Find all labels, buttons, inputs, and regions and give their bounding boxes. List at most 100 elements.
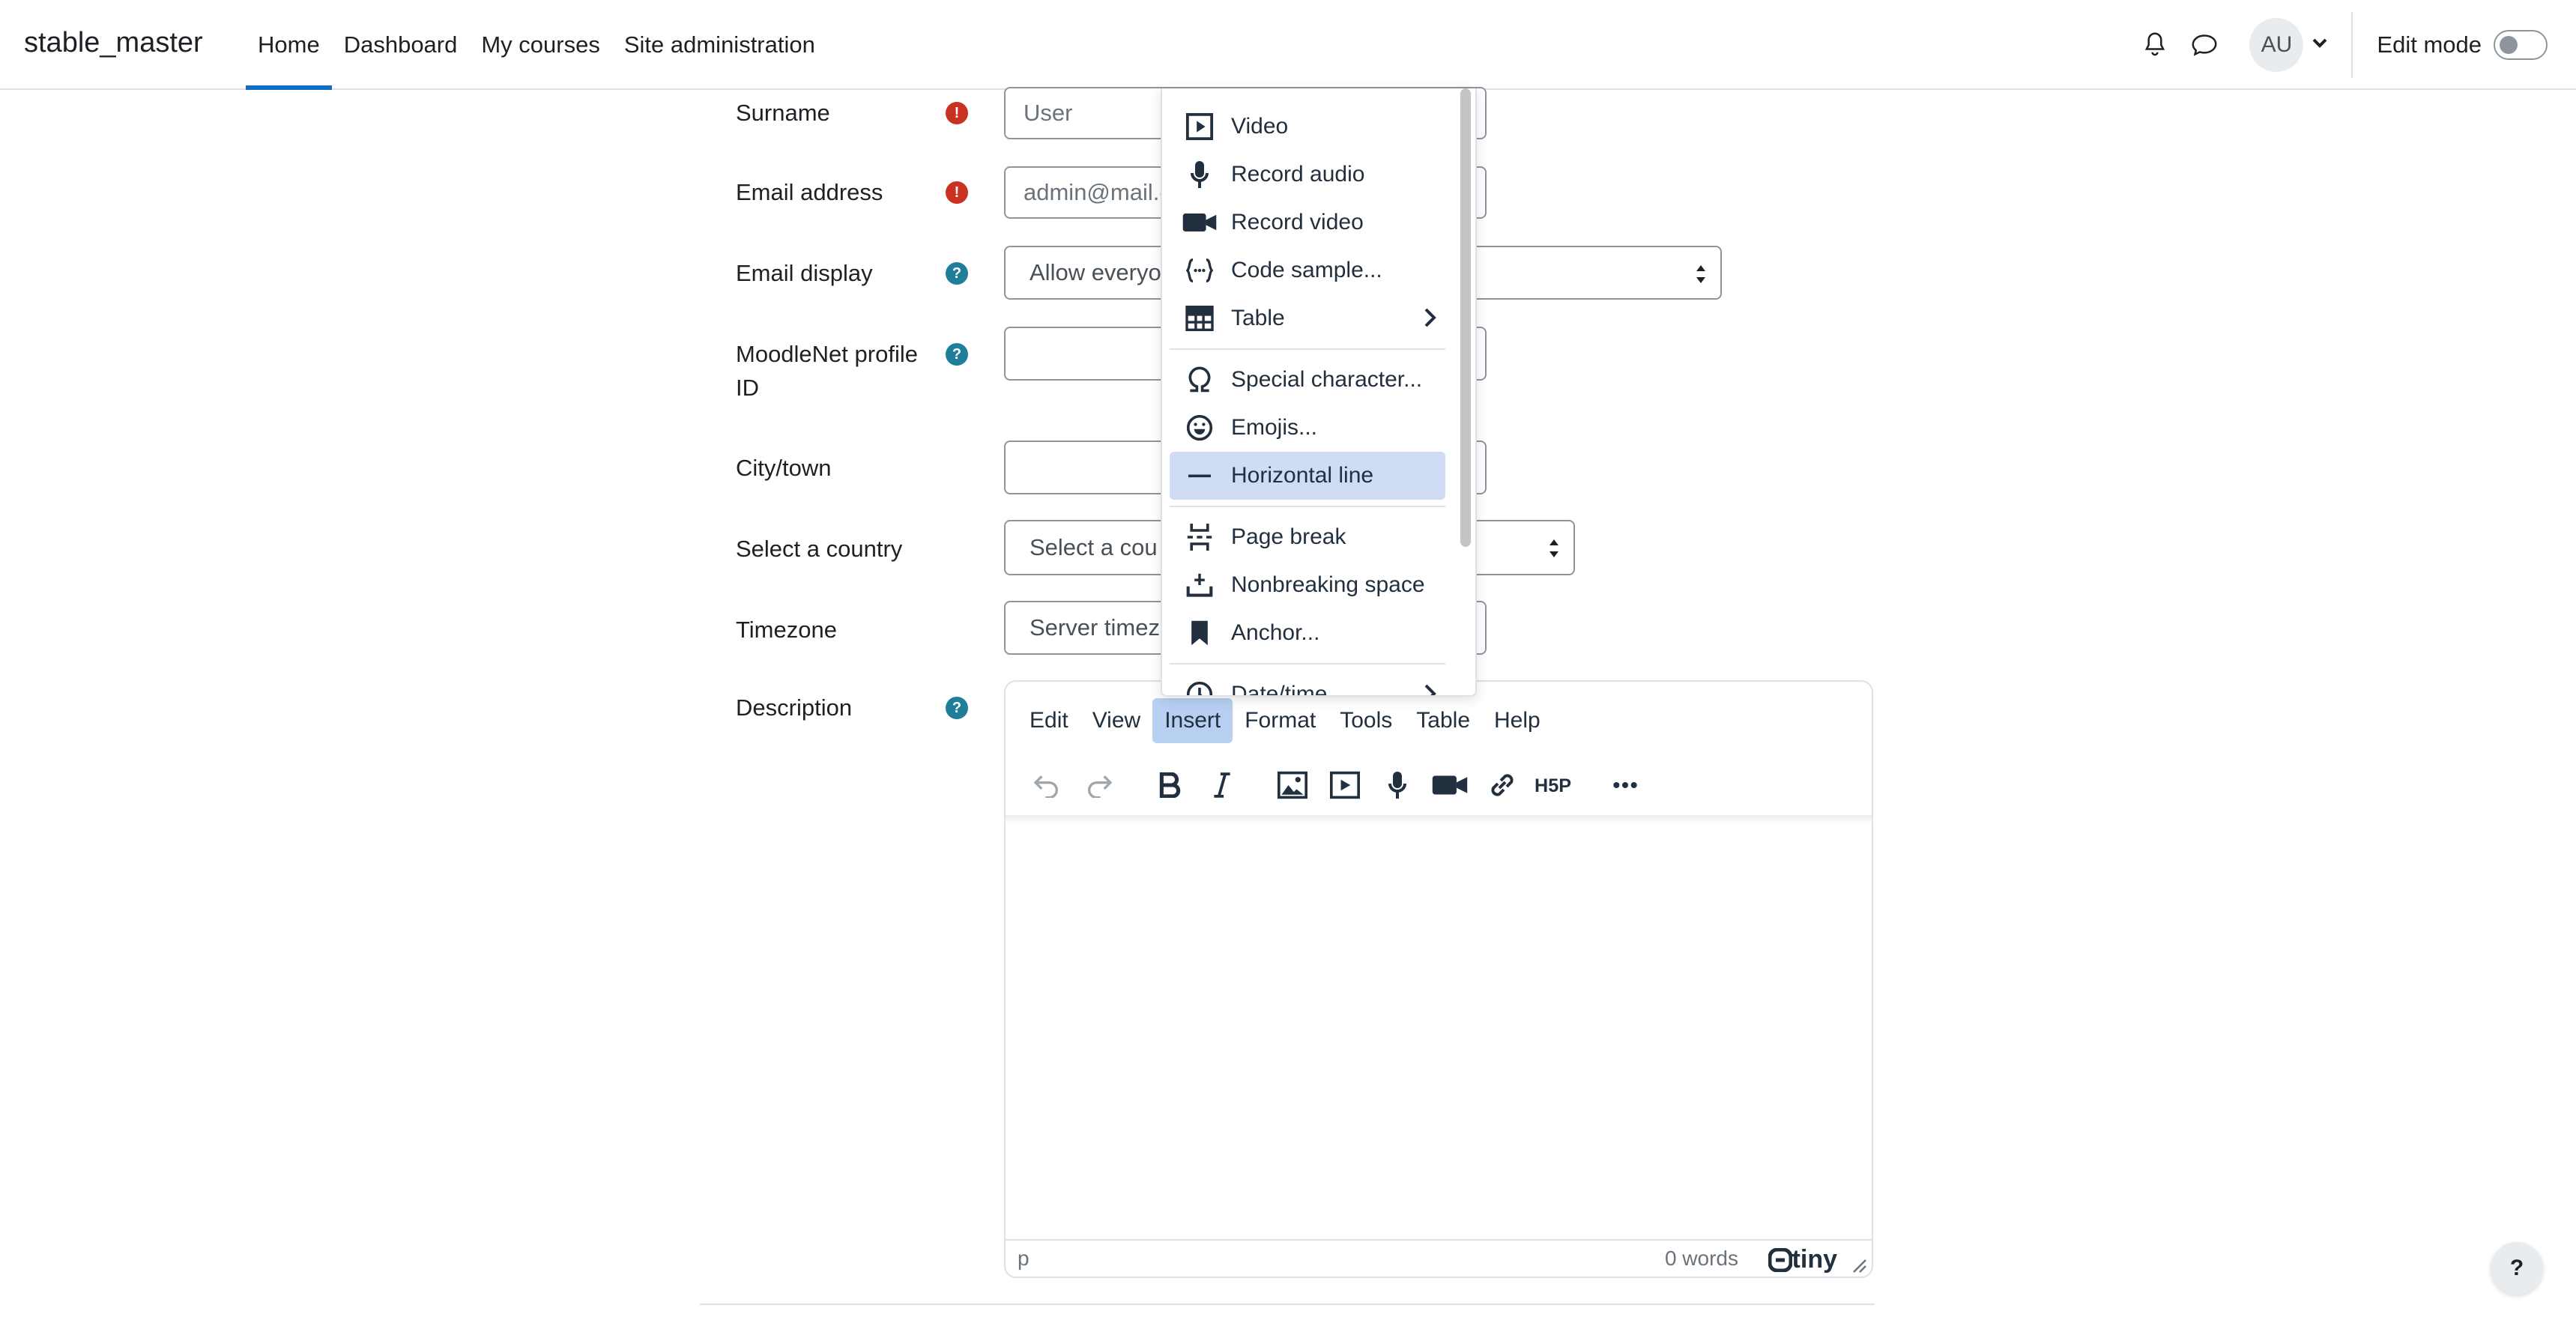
omega-icon <box>1180 360 1219 399</box>
timezone-value: Server timez <box>1030 614 1160 641</box>
primary-navigation: Home Dashboard My courses Site administr… <box>246 0 827 90</box>
editor-statusbar: p 0 words tiny <box>1006 1239 1872 1277</box>
help-icon[interactable]: ? <box>946 262 968 285</box>
microphone-icon <box>1180 155 1219 194</box>
moodlenet-label: MoodleNet profile ID <box>736 341 918 401</box>
emoji-icon <box>1180 408 1219 447</box>
nav-dashboard[interactable]: Dashboard <box>332 0 470 90</box>
insert-menu-item-record-audio[interactable]: Record audio <box>1170 151 1445 199</box>
video-icon <box>1180 107 1219 146</box>
nav-site-administration[interactable]: Site administration <box>612 0 827 90</box>
tiny-logo[interactable]: tiny <box>1768 1245 1837 1274</box>
svg-text:H5P: H5P <box>1535 775 1571 796</box>
more-options-icon[interactable] <box>1599 759 1651 811</box>
image-icon[interactable] <box>1266 759 1319 811</box>
redo-icon[interactable] <box>1073 759 1125 811</box>
insert-menu-label: Emojis... <box>1231 415 1318 440</box>
country-value: Select a cou <box>1030 534 1158 560</box>
city-label: City/town <box>736 455 832 481</box>
italic-icon[interactable] <box>1196 759 1248 811</box>
insert-menu-item-page-break[interactable]: Page break <box>1170 513 1445 561</box>
notifications-bell-icon[interactable] <box>2132 22 2177 67</box>
help-icon[interactable]: ? <box>946 343 968 366</box>
nonbreaking-space-icon <box>1180 566 1219 605</box>
site-brand[interactable]: stable_master <box>24 27 203 59</box>
insert-menu-item-special-character[interactable]: Special character... <box>1170 356 1445 404</box>
menu-edit[interactable]: Edit <box>1018 698 1080 743</box>
insert-menu-item-anchor[interactable]: Anchor... <box>1170 609 1445 657</box>
select-arrows-icon <box>1549 539 1558 557</box>
surname-label: Surname <box>736 100 830 126</box>
camera-icon <box>1180 203 1219 242</box>
page-break-icon <box>1180 518 1219 557</box>
insert-menu-label: Record video <box>1231 210 1364 234</box>
insert-menu-label: Date/time <box>1231 682 1328 697</box>
user-avatar[interactable]: AU <box>2249 18 2304 72</box>
insert-menu-item-table[interactable]: Table <box>1170 294 1445 342</box>
menu-tools[interactable]: Tools <box>1328 698 1404 743</box>
insert-menu-label: Anchor... <box>1231 620 1320 645</box>
menu-view[interactable]: View <box>1080 698 1152 743</box>
menu-help[interactable]: Help <box>1482 698 1552 743</box>
insert-menu-label: Code sample... <box>1231 258 1382 282</box>
record-audio-icon[interactable] <box>1371 759 1424 811</box>
insert-menu-dropdown: Video Record audio Record video Code sam… <box>1161 88 1477 697</box>
nav-my-courses[interactable]: My courses <box>469 0 611 90</box>
menu-table[interactable]: Table <box>1404 698 1482 743</box>
help-icon[interactable]: ? <box>946 697 968 719</box>
navbar-user-area: AU Edit mode <box>2132 0 2576 90</box>
editor-toolbar: H5P <box>1021 755 1651 815</box>
nav-home[interactable]: Home <box>246 0 332 90</box>
link-icon[interactable] <box>1476 759 1529 811</box>
media-icon[interactable] <box>1319 759 1371 811</box>
menu-insert[interactable]: Insert <box>1152 698 1233 743</box>
timezone-label: Timezone <box>736 617 837 643</box>
description-label: Description <box>736 694 853 721</box>
bold-icon[interactable] <box>1143 759 1196 811</box>
tiny-brand-text: tiny <box>1792 1245 1837 1274</box>
insert-menu-label: Nonbreaking space <box>1231 572 1425 597</box>
insert-menu-item-nonbreaking-space[interactable]: Nonbreaking space <box>1170 561 1445 609</box>
help-button[interactable]: ? <box>2491 1242 2543 1295</box>
insert-menu-item-record-video[interactable]: Record video <box>1170 199 1445 246</box>
required-icon: ! <box>946 102 968 124</box>
email-display-label: Email display <box>736 260 873 286</box>
h5p-icon[interactable]: H5P <box>1529 759 1581 811</box>
insert-menu-label: Special character... <box>1231 367 1423 392</box>
clock-icon <box>1180 675 1219 695</box>
tiny-logo-icon <box>1768 1247 1792 1272</box>
tinymce-editor: Edit View Insert Format Tools Table Help <box>1004 680 1873 1278</box>
edit-mode-toggle[interactable] <box>2494 30 2548 60</box>
insert-menu-label: Table <box>1231 306 1285 330</box>
bookmark-icon <box>1180 614 1219 653</box>
editor-menubar: Edit View Insert Format Tools Table Help <box>1018 698 1552 743</box>
resize-grip-icon[interactable] <box>1852 1259 1867 1274</box>
email-label: Email address <box>736 179 883 205</box>
insert-menu-label: Record audio <box>1231 162 1365 187</box>
menu-scrollbar[interactable] <box>1460 88 1471 547</box>
navbar-divider <box>2351 12 2353 78</box>
messages-chat-icon[interactable] <box>2182 22 2227 67</box>
insert-menu-item-code-sample[interactable]: Code sample... <box>1170 246 1445 294</box>
insert-menu-item-emojis[interactable]: Emojis... <box>1170 404 1445 452</box>
word-count[interactable]: 0 words <box>1665 1247 1738 1271</box>
edit-mode-label: Edit mode <box>2377 31 2482 58</box>
record-video-icon[interactable] <box>1424 759 1476 811</box>
form-bottom-divider <box>700 1304 1875 1305</box>
menu-separator <box>1170 663 1445 664</box>
undo-icon[interactable] <box>1021 759 1073 811</box>
insert-menu-item-horizontal-line[interactable]: Horizontal line <box>1170 452 1445 500</box>
menu-separator <box>1170 506 1445 507</box>
insert-menu-item-date-time[interactable]: Date/time <box>1170 670 1445 697</box>
user-menu-chevron-down-icon[interactable] <box>2312 38 2327 52</box>
select-arrows-icon <box>1696 265 1705 283</box>
element-path[interactable]: p <box>1018 1247 1030 1271</box>
required-icon: ! <box>946 181 968 204</box>
country-label: Select a country <box>736 536 903 562</box>
menu-format[interactable]: Format <box>1233 698 1328 743</box>
horizontal-line-icon <box>1180 456 1219 495</box>
table-icon <box>1180 299 1219 338</box>
insert-menu-label: Video <box>1231 114 1289 139</box>
insert-menu-label: Page break <box>1231 524 1346 549</box>
insert-menu-item-video[interactable]: Video <box>1170 103 1445 151</box>
